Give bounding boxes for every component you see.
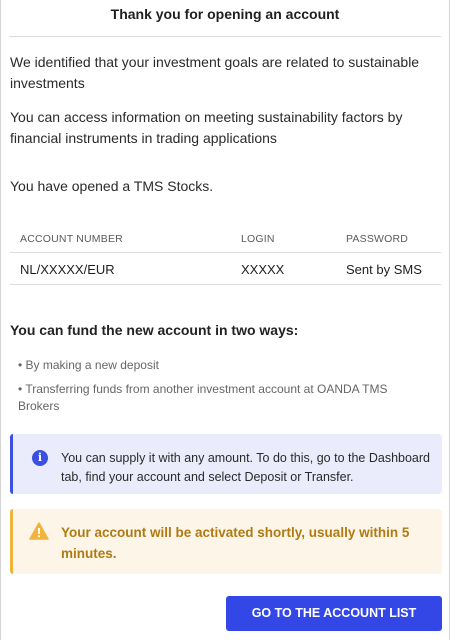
header-account-number: ACCOUNT NUMBER [20,233,123,245]
warning-icon [29,522,49,540]
table-header-divider [10,252,441,253]
header-login: LOGIN [241,233,275,245]
title-divider [9,36,441,37]
table-row-divider [10,284,441,285]
go-to-account-list-button[interactable]: GO TO THE ACCOUNT LIST [226,596,442,631]
warning-notice-text: Your account will be activated shortly, … [61,525,410,561]
cell-account-number: NL/XXXXX/EUR [20,262,115,277]
sustainability-info-text: You can access information on meeting su… [10,109,403,146]
warning-notice: Your account will be activated shortly, … [10,509,442,574]
cell-password: Sent by SMS [346,262,422,277]
header-password: PASSWORD [346,233,409,245]
info-icon: i [32,450,48,466]
funding-title: You can fund the new account in two ways… [10,322,299,338]
info-notice: i You can supply it with any amount. To … [10,434,442,494]
funding-option-transfer: • Transferring funds from another invest… [18,382,388,413]
funding-option-deposit: • By making a new deposit [18,358,159,372]
cell-login: XXXXX [241,262,285,277]
dialog-title: Thank you for opening an account [110,6,340,22]
account-opened-text: You have opened a TMS Stocks. [10,178,214,194]
investment-goals-text: We identified that your investment goals… [10,54,420,91]
info-notice-text: You can supply it with any amount. To do… [61,451,430,484]
